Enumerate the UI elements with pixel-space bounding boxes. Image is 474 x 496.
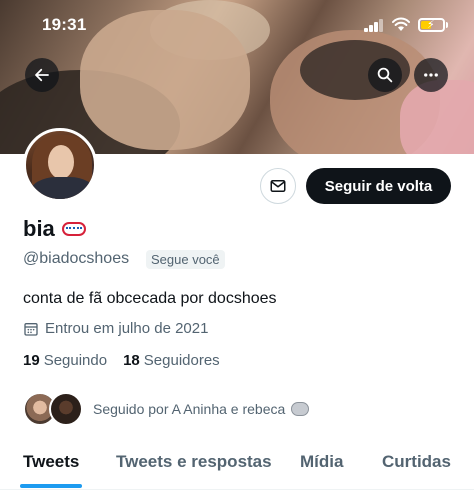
cellular-signal-icon [364,19,384,32]
car-emoji-icon [291,402,310,416]
more-horizontal-icon [424,73,438,77]
status-time: 19:31 [42,15,87,34]
tab-media[interactable]: Mídia [300,452,343,472]
followed-by-text: Seguido por A Aninha e rebeca [93,401,286,417]
display-name-text: bia [23,216,55,241]
follow-stats: 19 Seguindo 18 Seguidores [23,352,220,369]
battery-tip [446,22,448,28]
followers-link[interactable]: 18 Seguidores [123,352,220,369]
status-bar: 19:31 ⚡ [0,0,474,50]
search-button[interactable] [368,58,402,92]
followed-by-row[interactable]: Seguido por A Aninha e rebeca [23,392,310,426]
back-button[interactable] [25,58,59,92]
tab-likes[interactable]: Curtidas [382,452,451,472]
following-label: Seguindo [43,352,108,369]
active-tab-indicator [20,484,82,488]
battery-icon: ⚡ [418,18,445,32]
profile-handle: @biadocshoes [23,250,130,267]
arrow-left-icon [35,68,49,82]
emoji-badge-icon [61,222,86,236]
follows-you-badge: Segue você [146,250,225,269]
profile-avatar[interactable] [23,128,97,202]
followers-count: 18 [123,352,140,369]
wifi-icon [392,17,410,31]
message-button[interactable] [260,168,296,204]
calendar-icon [24,322,38,336]
follower-avatar [49,392,83,426]
mail-icon [270,180,286,192]
search-icon [377,67,393,83]
tab-tweets-and-replies[interactable]: Tweets e respostas [116,452,272,472]
following-link[interactable]: 19 Seguindo [23,352,107,369]
joined-date-text: Entrou em julho de 2021 [45,320,209,337]
followers-label: Seguidores [143,352,220,369]
joined-date: Entrou em julho de 2021 [23,320,208,337]
follow-back-button[interactable]: Seguir de volta [306,168,451,204]
profile-bio: conta de fã obcecada por docshoes [23,290,277,307]
profile-display-name: bia [23,216,86,242]
following-count: 19 [23,352,40,369]
profile-tabs: Tweets Tweets e respostas Mídia Curtidas [0,440,474,490]
tab-tweets[interactable]: Tweets [23,452,79,472]
more-options-button[interactable] [414,58,448,92]
banner-shape [400,80,474,154]
